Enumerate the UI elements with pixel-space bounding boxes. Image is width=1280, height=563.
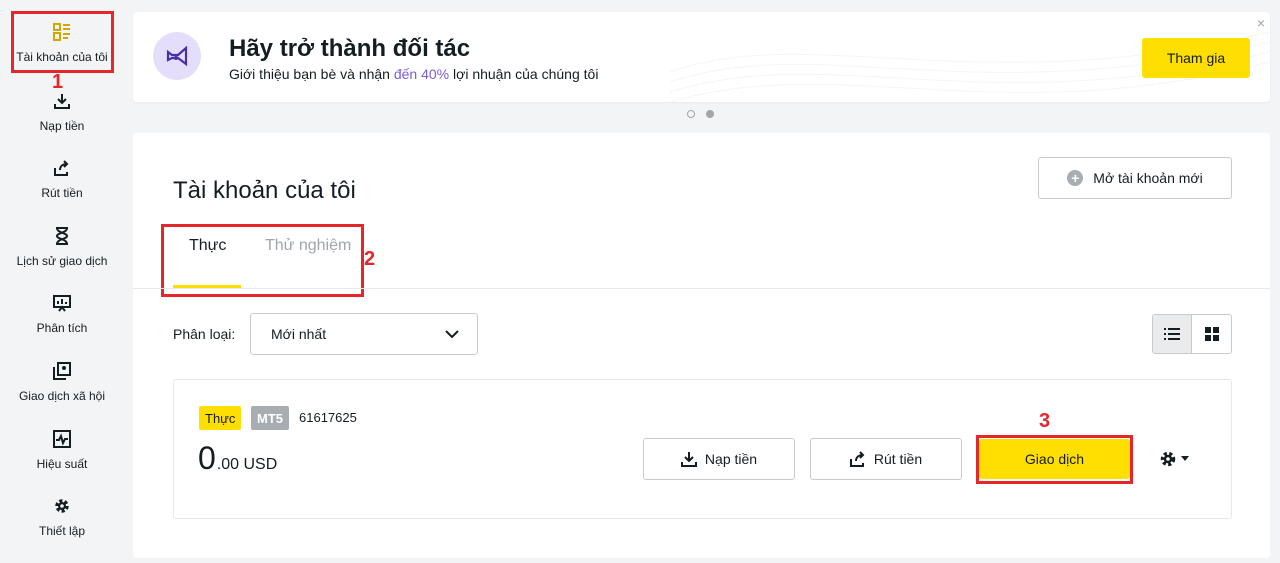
megaphone-icon [153, 32, 201, 80]
grid-view-button[interactable] [1192, 315, 1231, 353]
deposit-icon [52, 91, 72, 111]
sort-select-value: Mới nhất [271, 326, 327, 342]
social-trading-icon [52, 361, 72, 381]
account-settings-menu[interactable] [1159, 450, 1189, 468]
sidebar-item-history[interactable]: Lịch sử giao dịch [0, 226, 124, 290]
account-card: Thực MT5 61617625 0 .00 USD Nạp tiền Rút… [173, 379, 1232, 519]
sidebar-item-label: Nạp tiền [39, 119, 85, 133]
partner-banner: Hãy trở thành đối tác Giới thiệu bạn bè … [133, 12, 1270, 102]
account-number: 61617625 [299, 410, 357, 425]
chevron-down-icon [445, 330, 459, 339]
account-balance: 0 .00 USD [198, 440, 277, 477]
sidebar-item-social-trading[interactable]: Giao dịch xã hội [0, 361, 124, 425]
open-new-account-label: Mở tài khoản mới [1093, 170, 1203, 186]
annotation-box-tabs [161, 224, 364, 297]
hourglass-icon [52, 226, 72, 246]
carousel-dot[interactable] [687, 110, 695, 118]
grid-icon [1204, 327, 1219, 341]
caret-down-icon [1181, 456, 1189, 461]
sidebar-item-label: Thiết lập [38, 524, 86, 538]
open-new-account-button[interactable]: + Mở tài khoản mới [1038, 157, 1232, 199]
sidebar-item-label: Giao dịch xã hội [18, 389, 106, 403]
withdraw-label: Rút tiền [873, 451, 923, 467]
sort-label: Phân loại: [173, 326, 236, 342]
trade-button[interactable]: Giao dịch [979, 439, 1130, 479]
join-button[interactable]: Tham gia [1142, 38, 1250, 78]
accounts-panel: Tài khoản của tôi + Mở tài khoản mới Thự… [133, 133, 1270, 558]
banner-subtitle-suffix: lợi nhuận của chúng tôi [453, 66, 599, 82]
sidebar-item-settings[interactable]: Thiết lập [0, 496, 124, 560]
annotation-step-3: 3 [1039, 410, 1051, 432]
deposit-icon [680, 452, 697, 467]
balance-integer: 0 [198, 440, 216, 476]
banner-subtitle-accent: đến 40% [393, 66, 450, 82]
annotation-box-sidebar [11, 11, 114, 73]
sidebar-item-label: Rút tiền [41, 186, 83, 200]
withdraw-icon [52, 158, 72, 178]
sidebar-item-withdraw[interactable]: Rút tiền [0, 158, 124, 222]
sidebar-item-deposit[interactable]: Nạp tiền [0, 91, 124, 155]
performance-icon [52, 429, 72, 449]
sidebar-item-label: Hiệu suất [36, 457, 88, 471]
sidebar-item-label: Lịch sử giao dịch [16, 254, 108, 268]
analytics-icon [52, 293, 72, 313]
balance-decimal: .00 USD [216, 456, 278, 473]
sort-select[interactable]: Mới nhất [250, 313, 478, 355]
list-view-button[interactable] [1153, 315, 1193, 353]
page-title: Tài khoản của tôi [173, 177, 356, 204]
banner-subtitle: Giới thiệu bạn bè và nhận đến 40% lợi nh… [229, 66, 598, 82]
withdraw-button[interactable]: Rút tiền [810, 438, 962, 480]
annotation-step-2: 2 [364, 248, 376, 270]
sidebar-item-performance[interactable]: Hiệu suất [0, 429, 124, 493]
banner-title: Hãy trở thành đối tác [229, 35, 471, 62]
platform-badge: MT5 [251, 406, 289, 430]
withdraw-icon [849, 451, 865, 467]
view-toggle [1152, 314, 1232, 354]
deposit-button[interactable]: Nạp tiền [643, 438, 795, 480]
sidebar-item-analytics[interactable]: Phân tích [0, 293, 124, 357]
banner-subtitle-prefix: Giới thiệu bạn bè và nhận [229, 66, 390, 82]
gear-icon [1160, 451, 1176, 467]
plus-icon: + [1067, 170, 1084, 186]
close-icon[interactable]: × [1257, 15, 1265, 31]
carousel-dot-active[interactable] [706, 110, 714, 118]
sidebar: Tài khoản của tôi 1 Nạp tiền Rút tiền Lị… [0, 0, 124, 563]
gear-icon [52, 496, 72, 516]
sidebar-item-label: Phân tích [36, 321, 88, 335]
tabs-divider [133, 288, 1270, 289]
list-icon [1164, 328, 1180, 340]
carousel-dots [687, 110, 714, 118]
account-type-badge: Thực [199, 406, 242, 430]
deposit-label: Nạp tiền [704, 451, 758, 467]
